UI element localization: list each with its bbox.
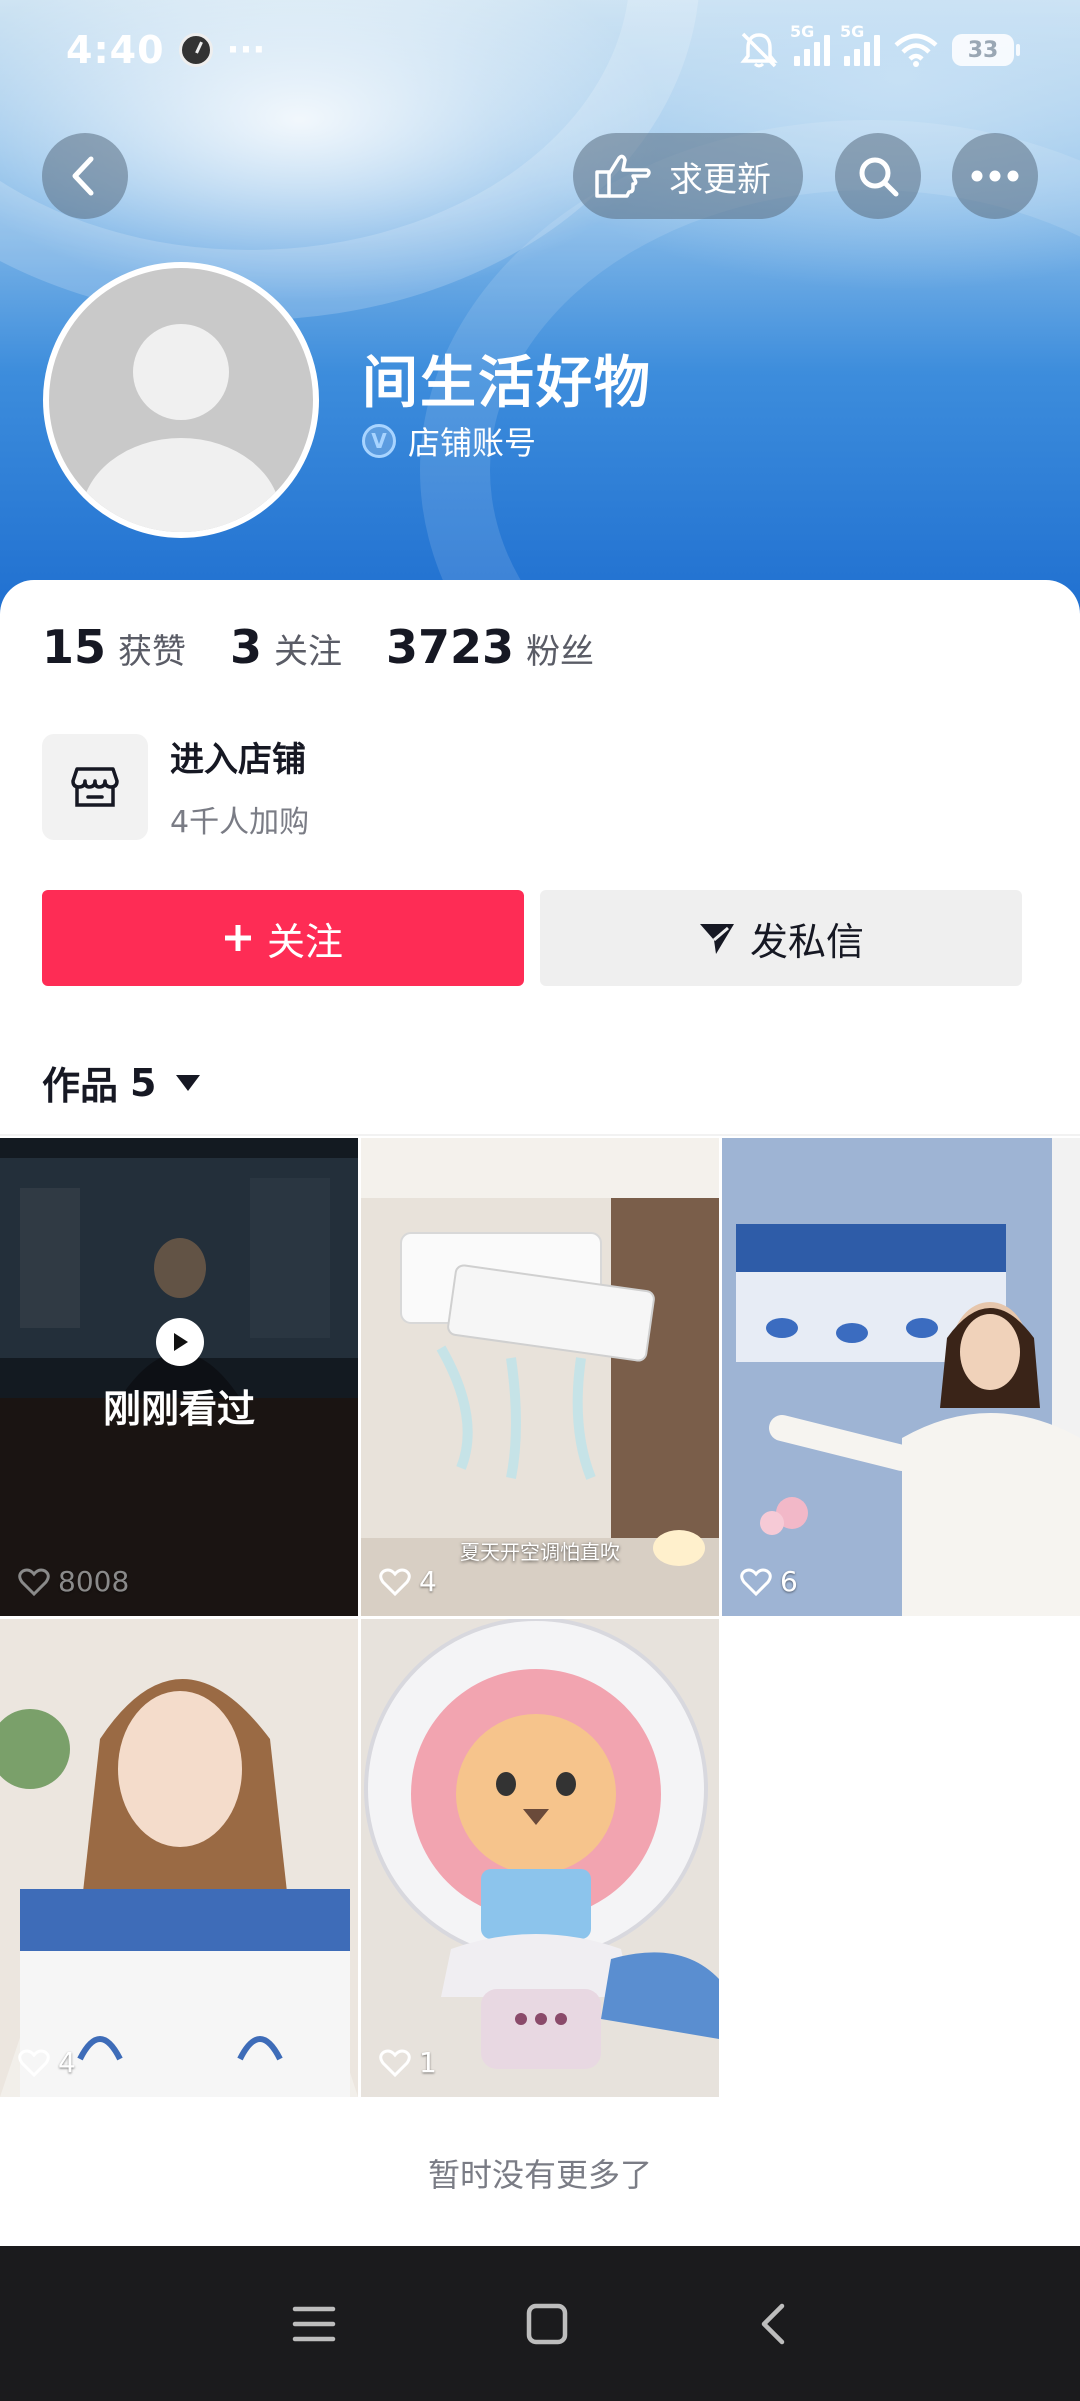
- more-dots-icon: [971, 170, 1019, 182]
- request-update-label: 求更新: [669, 159, 771, 200]
- seen-overlay: [0, 1138, 358, 1616]
- back-chevron-icon[interactable]: [758, 2302, 788, 2346]
- request-update-button[interactable]: 求更新: [573, 133, 803, 219]
- likes-count: 8008: [58, 1565, 130, 1598]
- tab-divider: [0, 1134, 1080, 1136]
- clock-app-icon: [178, 33, 213, 67]
- store-subtitle: 4千人加购: [170, 805, 310, 840]
- heart-icon: [18, 1568, 50, 1596]
- video-likes: 4: [18, 2046, 76, 2079]
- video-caption: 夏天开空调怕直吹: [460, 1540, 620, 1564]
- video-thumbnail: [361, 1619, 719, 2097]
- video-likes: 1: [379, 2046, 437, 2079]
- stat-value: 3: [230, 620, 263, 674]
- stat-following[interactable]: 3 关注: [230, 620, 342, 674]
- chevron-left-icon: [72, 156, 94, 196]
- video-tile[interactable]: 刚刚看过 8008: [0, 1138, 358, 1616]
- send-icon: [699, 924, 734, 954]
- system-navigation-bar: [0, 2246, 1080, 2401]
- likes-count: 4: [419, 1565, 437, 1598]
- plus-icon: [224, 925, 251, 951]
- home-square-icon[interactable]: [526, 2303, 568, 2345]
- heart-icon: [379, 2049, 411, 2077]
- profile-nickname: 间生活好物: [362, 351, 652, 416]
- play-icon: [156, 1318, 204, 1366]
- likes-count: 6: [780, 1565, 798, 1598]
- status-time: 4:40: [66, 28, 165, 72]
- heart-icon: [379, 1568, 411, 1596]
- cellular-signal-icon: 5G: [790, 22, 830, 66]
- search-icon: [859, 157, 899, 197]
- enter-store-entry[interactable]: 进入店铺 4千人加购: [42, 732, 309, 841]
- search-button[interactable]: [835, 133, 921, 219]
- profile-stats: 15 获赞 3 关注 3723 粉丝: [42, 620, 638, 674]
- video-tile[interactable]: 6: [722, 1138, 1080, 1616]
- account-type-label: 店铺账号: [408, 424, 537, 462]
- stat-label: 获赞: [118, 632, 187, 672]
- stat-followers[interactable]: 3723 粉丝: [386, 620, 594, 674]
- stat-likes[interactable]: 15 获赞: [42, 620, 186, 674]
- stat-value: 3723: [386, 620, 515, 674]
- account-type-row: V 店铺账号: [362, 418, 536, 464]
- verified-badge-icon: V: [362, 424, 396, 458]
- network-type-label: 5G: [790, 22, 815, 41]
- works-count: 5: [130, 1060, 157, 1105]
- video-likes: 4: [379, 1565, 437, 1598]
- menu-icon[interactable]: [292, 2304, 336, 2344]
- tab-works[interactable]: 作品 5: [42, 1055, 201, 1110]
- likes-count: 4: [58, 2046, 76, 2079]
- video-thumbnail: [722, 1138, 1080, 1616]
- mute-bell-icon: [740, 32, 778, 68]
- video-tile[interactable]: 4: [0, 1619, 358, 2097]
- network-type-label: 5G: [840, 22, 865, 41]
- video-likes: 6: [740, 1565, 798, 1598]
- video-tile[interactable]: 1: [361, 1619, 719, 2097]
- default-avatar-head: [133, 324, 229, 420]
- wifi-icon: [894, 33, 938, 67]
- follow-button[interactable]: 关注: [42, 890, 524, 986]
- no-more-content-label: 暂时没有更多了: [427, 2156, 652, 2194]
- store-title: 进入店铺: [170, 740, 306, 780]
- dropdown-triangle-icon: [176, 1074, 201, 1091]
- stat-label: 粉丝: [526, 632, 595, 672]
- avatar[interactable]: [43, 262, 319, 538]
- stat-label: 关注: [274, 632, 343, 672]
- video-likes: 8008: [18, 1565, 129, 1598]
- works-tab-label: 作品: [42, 1064, 119, 1108]
- more-notifications-indicator: ···: [226, 30, 266, 70]
- stat-value: 15: [42, 620, 107, 674]
- cellular-signal-icon: 5G: [840, 22, 880, 66]
- send-message-button[interactable]: 发私信: [540, 890, 1022, 986]
- heart-icon: [18, 2049, 50, 2077]
- battery-indicator: 33: [952, 34, 1020, 66]
- back-button[interactable]: [42, 133, 128, 219]
- likes-count: 1: [419, 2046, 437, 2079]
- follow-label: 关注: [266, 919, 343, 964]
- status-icons: 5G 5G 33: [738, 22, 1020, 69]
- status-bar: 4:40 ··· 5G 5G 33: [0, 0, 1080, 100]
- video-tile[interactable]: 夏天开空调怕直吹 4: [361, 1138, 719, 1616]
- store-icon: [42, 733, 148, 840]
- store-text: 进入店铺 4千人加购: [170, 732, 309, 841]
- video-thumbnail: [0, 1619, 358, 2097]
- send-message-label: 发私信: [749, 919, 864, 964]
- heart-icon: [740, 1568, 772, 1596]
- recently-watched-label: 刚刚看过: [102, 1387, 255, 1431]
- pointing-hand-icon: [595, 154, 651, 198]
- more-button[interactable]: [952, 133, 1038, 219]
- default-avatar-body: [81, 438, 281, 532]
